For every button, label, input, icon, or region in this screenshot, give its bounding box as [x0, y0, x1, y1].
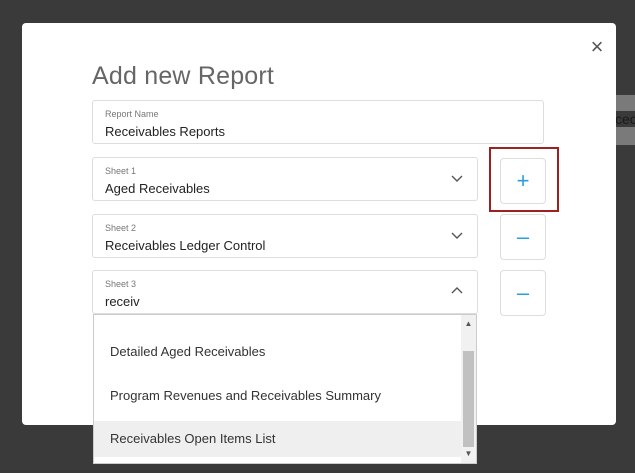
sheet-3-select[interactable]: Sheet 3 receiv	[92, 270, 478, 314]
sheet-1-value: Aged Receivables	[105, 181, 210, 196]
sheet-3-input[interactable]: receiv	[105, 294, 140, 309]
highlight-box	[489, 147, 559, 212]
sheet-3-label: Sheet 3	[105, 279, 137, 289]
remove-sheet-2-button[interactable]: –	[500, 214, 546, 260]
chevron-down-icon[interactable]	[451, 172, 463, 184]
sheet-1-select[interactable]: Sheet 1 Aged Receivables	[92, 157, 478, 201]
chevron-down-icon[interactable]	[451, 229, 463, 241]
sheet-2-select[interactable]: Sheet 2 Receivables Ledger Control	[92, 214, 478, 258]
report-name-value[interactable]: Receivables Reports	[105, 124, 225, 139]
scrollbar-thumb[interactable]	[463, 351, 474, 447]
sheet-2-label: Sheet 2	[105, 223, 137, 233]
background-text: cec	[615, 111, 635, 127]
minus-icon: –	[516, 280, 530, 305]
dropdown-option[interactable]: Program Revenues and Receivables Summary	[94, 378, 462, 414]
dropdown-scrollbar[interactable]: ▲ ▼	[461, 315, 476, 463]
remove-sheet-3-button[interactable]: –	[500, 270, 546, 316]
dropdown-option-highlighted[interactable]: Receivables Open Items List	[94, 421, 462, 457]
chevron-up-icon[interactable]	[451, 285, 463, 297]
sheet-2-value: Receivables Ledger Control	[105, 238, 266, 253]
modal-title: Add new Report	[92, 62, 275, 90]
dropdown-option[interactable]: Detailed Aged Receivables	[94, 334, 462, 370]
sheet-3-dropdown: Detailed Aged Receivables Program Revenu…	[93, 314, 477, 464]
report-name-label: Report Name	[105, 109, 159, 119]
scroll-up-icon[interactable]: ▲	[461, 317, 476, 331]
minus-icon: –	[516, 224, 530, 249]
close-icon[interactable]: ×	[585, 35, 609, 59]
sheet-1-label: Sheet 1	[105, 166, 137, 176]
report-name-field[interactable]: Report Name Receivables Reports	[92, 100, 544, 144]
scroll-down-icon[interactable]: ▼	[461, 447, 476, 461]
